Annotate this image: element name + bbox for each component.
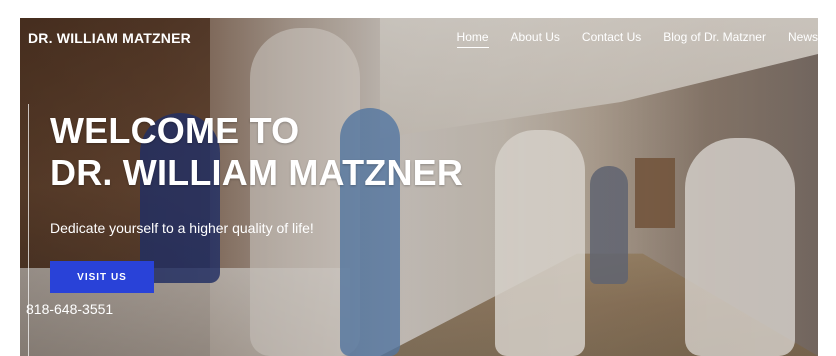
phone-link[interactable]: 818-648-3551	[26, 301, 113, 317]
visit-us-button[interactable]: VISIT US	[50, 261, 154, 293]
main-nav: Home About Us Contact Us Blog of Dr. Mat…	[456, 30, 818, 48]
hero-divider-line	[28, 104, 29, 356]
hero-subheading: Dedicate yourself to a higher quality of…	[50, 220, 314, 236]
hero-headline: WELCOME TO DR. WILLIAM MATZNER	[50, 110, 463, 194]
nav-item-blog[interactable]: Blog of Dr. Matzner	[663, 30, 766, 48]
site-brand-link[interactable]: DR. WILLIAM MATZNER	[28, 30, 191, 46]
hero-headline-line-1: WELCOME TO	[50, 110, 300, 151]
nav-item-about-us[interactable]: About Us	[511, 30, 560, 48]
page-frame: DR. WILLIAM MATZNER Home About Us Contac…	[0, 0, 836, 356]
nav-item-contact-us[interactable]: Contact Us	[582, 30, 641, 48]
nav-item-home[interactable]: Home	[456, 30, 489, 48]
hero-section: DR. WILLIAM MATZNER Home About Us Contac…	[20, 18, 818, 356]
hero-headline-line-2: DR. WILLIAM MATZNER	[50, 152, 464, 193]
nav-item-news[interactable]: News	[788, 30, 818, 48]
